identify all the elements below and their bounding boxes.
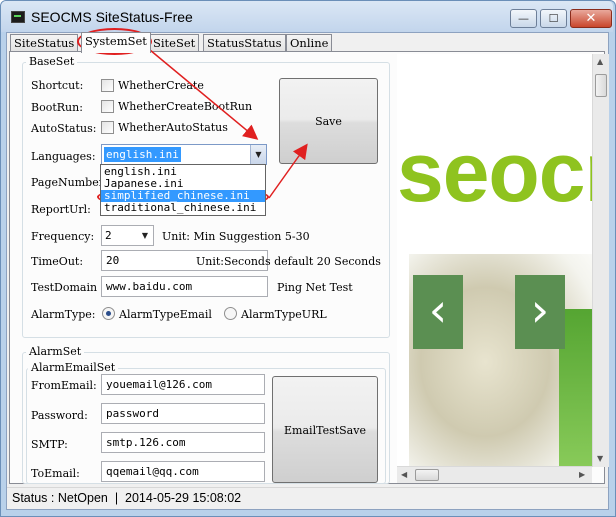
- tab-systemset[interactable]: SystemSet: [81, 32, 151, 53]
- annotation-arrows: [149, 49, 308, 199]
- annotation-arrow-to-combo: [149, 49, 259, 140]
- annotation-arrow-to-save: [268, 143, 308, 199]
- language-option[interactable]: traditional_chinese.ini: [101, 202, 265, 214]
- languages-dropdown-list[interactable]: english.ini Japanese.ini simplified_chin…: [100, 164, 266, 216]
